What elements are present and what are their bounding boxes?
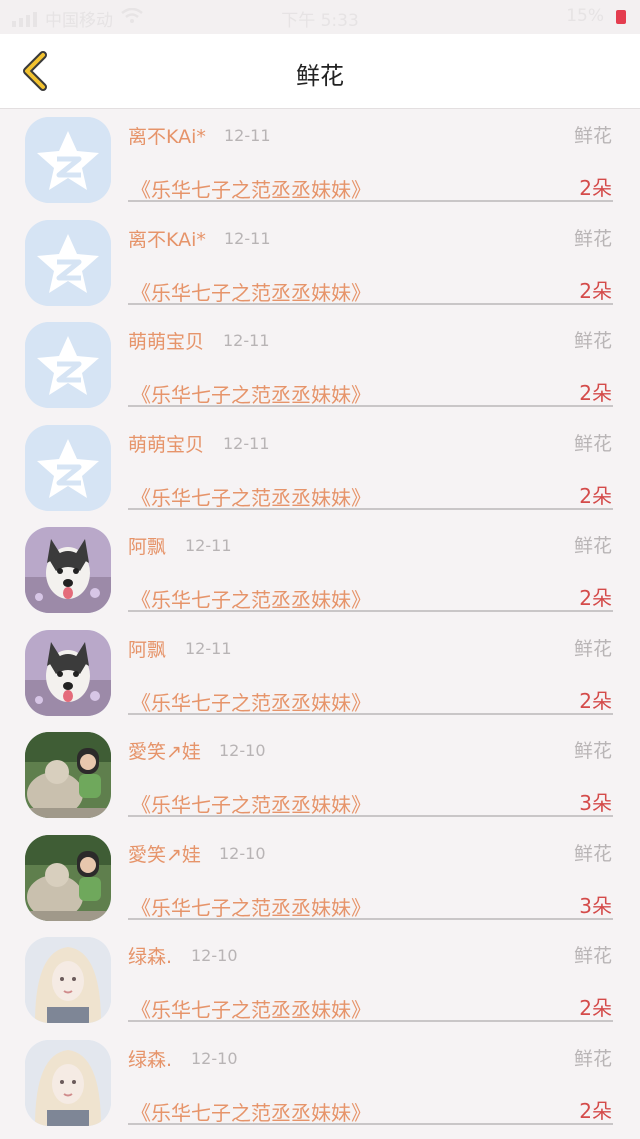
book-title-link[interactable]: 《乐华七子之范丞丞妹妹》 <box>131 379 371 408</box>
qzone-default-avatar[interactable] <box>25 424 111 511</box>
book-title-link[interactable]: 《乐华七子之范丞丞妹妹》 <box>131 482 371 511</box>
gift-list: 离不KAi* 12-11 鲜花 《乐华七子之范丞丞妹妹》 2朵 离不KAi* 12-11 鲜花… <box>0 108 640 1133</box>
gift-type: 鲜花 <box>573 125 612 147</box>
book-title-link[interactable]: 《乐华七子之范丞丞妹妹》 <box>131 687 371 716</box>
gift-count: 2朵 <box>579 381 612 405</box>
row-divider <box>128 1020 613 1022</box>
row-divider <box>128 815 613 817</box>
battery-icon <box>616 10 626 24</box>
statue-girl-avatar[interactable] <box>25 834 111 921</box>
gift-type: 鲜花 <box>573 330 612 352</box>
list-item[interactable]: 离不KAi* 12-11 鲜花《乐华七子之范丞丞妹妹》 2朵 <box>0 108 640 211</box>
blonde-girl-avatar[interactable] <box>25 1039 111 1126</box>
user-name[interactable]: 离不KAi* <box>128 122 206 149</box>
gift-type: 鲜花 <box>573 637 612 660</box>
gift-date: 12-11 <box>223 331 270 350</box>
user-name[interactable]: 阿飘 <box>128 532 166 559</box>
row-divider <box>128 917 613 920</box>
gift-count: 2朵 <box>579 1098 612 1123</box>
user-name[interactable]: 愛笑↗娃 <box>128 840 201 867</box>
gift-date: 12-10 <box>191 1048 238 1068</box>
book-title-link[interactable]: 《乐华七子之范丞丞妹妹》 <box>131 174 371 203</box>
qzone-default-avatar[interactable] <box>25 322 111 408</box>
husky-avatar[interactable] <box>25 629 111 716</box>
qzone-default-avatar[interactable] <box>25 117 111 203</box>
list-item[interactable]: 萌萌宝贝 12-11 鲜花《乐华七子之范丞丞妹妹》 2朵 <box>0 416 640 519</box>
list-item[interactable]: 绿森. 12-10 鲜花《乐华七子之范丞丞妹妹》 2朵 <box>0 928 640 1031</box>
gift-date: 12-11 <box>224 228 271 248</box>
user-name[interactable]: 阿飘 <box>128 635 166 662</box>
book-title-link[interactable]: 《乐华七子之范丞丞妹妹》 <box>131 789 371 818</box>
user-name[interactable]: 绿森. <box>128 1045 172 1072</box>
row-divider <box>128 200 613 202</box>
gift-count: 2朵 <box>579 996 612 1020</box>
user-name[interactable]: 萌萌宝贝 <box>128 430 204 457</box>
husky-avatar[interactable] <box>25 527 111 613</box>
book-title-link[interactable]: 《乐华七子之范丞丞妹妹》 <box>131 892 371 921</box>
gift-type: 鲜花 <box>573 842 612 865</box>
gift-date: 12-10 <box>219 843 266 863</box>
user-name[interactable]: 愛笑↗娃 <box>128 737 201 764</box>
status-bar: 中国移动 下午 5:33 15% <box>0 0 640 34</box>
page-title: 鲜花 <box>296 62 344 90</box>
list-item[interactable]: 绿森. 12-10 鲜花《乐华七子之范丞丞妹妹》 2朵 <box>0 1031 640 1134</box>
qzone-default-avatar[interactable] <box>25 219 111 306</box>
nav-bar: 鲜花 <box>0 34 640 109</box>
gift-type: 鲜花 <box>573 740 612 762</box>
gift-count: 2朵 <box>579 278 612 303</box>
gift-type: 鲜花 <box>573 432 612 455</box>
book-title-link[interactable]: 《乐华七子之范丞丞妹妹》 <box>131 1097 371 1126</box>
gift-count: 2朵 <box>579 176 612 200</box>
book-title-link[interactable]: 《乐华七子之范丞丞妹妹》 <box>131 584 371 613</box>
user-name[interactable]: 离不KAi* <box>128 225 206 252</box>
row-divider <box>128 712 613 715</box>
gift-count: 2朵 <box>579 586 612 610</box>
battery-label: 15% <box>566 6 604 26</box>
status-time: 下午 5:33 <box>281 11 359 31</box>
gift-type: 鲜花 <box>573 945 612 967</box>
statue-girl-avatar[interactable] <box>25 732 111 818</box>
gift-count: 2朵 <box>579 688 612 713</box>
gift-date: 12-11 <box>185 638 232 658</box>
gift-type: 鲜花 <box>573 535 612 557</box>
list-item[interactable]: 阿飘 12-11 鲜花《乐华七子之范丞丞妹妹》 2朵 <box>0 518 640 621</box>
gift-type: 鲜花 <box>573 1047 612 1070</box>
gift-count: 2朵 <box>579 483 612 508</box>
row-divider <box>128 302 613 305</box>
list-item[interactable]: 愛笑↗娃 12-10 鲜花《乐华七子之范丞丞妹妹》 3朵 <box>0 723 640 826</box>
row-divider <box>128 507 613 510</box>
blonde-girl-avatar[interactable] <box>25 937 111 1023</box>
gift-count: 3朵 <box>579 791 612 815</box>
gift-date: 12-10 <box>191 946 238 965</box>
book-title-link[interactable]: 《乐华七子之范丞丞妹妹》 <box>131 277 371 306</box>
row-divider <box>128 405 613 407</box>
gift-date: 12-10 <box>219 741 266 760</box>
gift-date: 12-11 <box>185 536 232 555</box>
book-title-link[interactable]: 《乐华七子之范丞丞妹妹》 <box>131 994 371 1023</box>
list-item[interactable]: 阿飘 12-11 鲜花《乐华七子之范丞丞妹妹》 2朵 <box>0 621 640 724</box>
row-divider <box>128 610 613 612</box>
gift-type: 鲜花 <box>573 227 612 250</box>
gift-date: 12-11 <box>223 433 270 453</box>
user-name[interactable]: 绿森. <box>128 942 172 969</box>
list-item[interactable]: 萌萌宝贝 12-11 鲜花《乐华七子之范丞丞妹妹》 2朵 <box>0 313 640 416</box>
list-item[interactable]: 愛笑↗娃 12-10 鲜花《乐华七子之范丞丞妹妹》 3朵 <box>0 826 640 929</box>
list-item[interactable]: 离不KAi* 12-11 鲜花《乐华七子之范丞丞妹妹》 2朵 <box>0 211 640 314</box>
gift-count: 3朵 <box>579 893 612 918</box>
user-name[interactable]: 萌萌宝贝 <box>128 327 204 354</box>
row-divider <box>128 1122 613 1125</box>
gift-date: 12-11 <box>224 126 271 145</box>
